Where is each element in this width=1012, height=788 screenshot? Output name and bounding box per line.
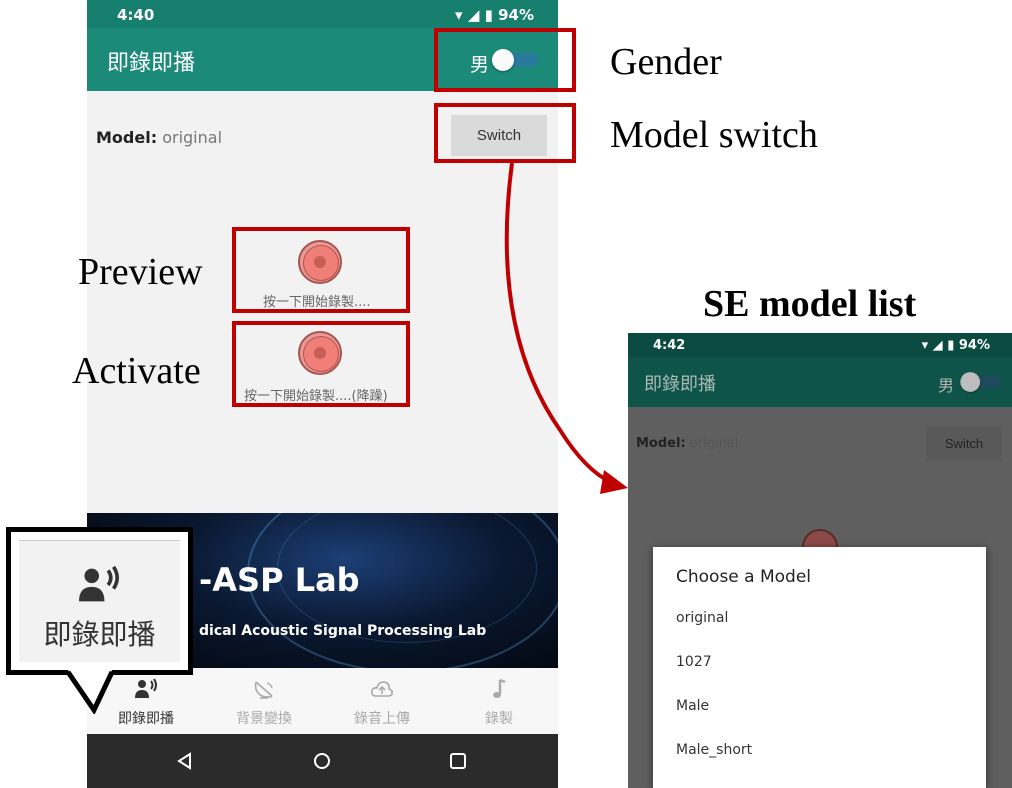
wifi-icon: ▾ <box>455 6 463 24</box>
nav-item-background-change[interactable]: 背景變換 <box>205 668 323 734</box>
model-label: Model: <box>636 436 686 451</box>
status-time: 4:42 <box>653 338 686 353</box>
battery-percent: 94% <box>958 338 990 353</box>
model-value: original <box>689 436 739 451</box>
app-title: 即錄即播 <box>644 374 716 395</box>
nav-item-record[interactable]: 錄製 <box>440 668 558 734</box>
model-option[interactable]: 1027 <box>676 654 712 670</box>
model-label: Model: <box>96 128 158 147</box>
se-model-list-annotation: SE model list <box>703 283 917 325</box>
status-icons: ▾ ◢ ▮ 94% <box>455 6 534 24</box>
banner-title: -ASP Lab <box>199 561 360 599</box>
gender-highlight-box <box>434 28 576 92</box>
model-indicator: Model: original <box>636 436 738 451</box>
activate-highlight-box <box>232 321 410 407</box>
switch-model-button[interactable]: Switch <box>926 426 1002 461</box>
signal-icon: ◢ <box>932 338 943 353</box>
model-indicator: Model: original <box>96 128 222 147</box>
choose-model-dialog: Choose a Model original 1027 Male Male_s… <box>653 547 986 788</box>
speaking-person-icon <box>135 678 157 698</box>
banner-subtitle: dical Acoustic Signal Processing Lab <box>199 623 487 639</box>
cloud-upload-icon <box>371 681 393 697</box>
model-option[interactable]: Male <box>676 698 709 714</box>
signal-icon: ◢ <box>467 6 480 24</box>
model-list-phone-screen: 4:42 ▾ ◢ ▮ 94% 即錄即播 男 Model: original Sw… <box>628 333 1012 788</box>
speaking-person-icon <box>79 565 119 602</box>
activate-annotation: Activate <box>72 350 201 392</box>
preview-highlight-box <box>232 227 410 313</box>
system-navigation-bar <box>87 734 558 788</box>
gender-label: 男 <box>938 376 955 395</box>
battery-icon: ▮ <box>484 6 493 24</box>
wifi-icon: ▾ <box>921 338 929 353</box>
status-bar: 4:42 ▾ ◢ ▮ 94% <box>628 333 1012 357</box>
nav-label: 錄製 <box>485 711 513 727</box>
gender-annotation: Gender <box>610 41 722 83</box>
model-switch-annotation: Model switch <box>610 114 818 156</box>
model-value: original <box>162 128 223 147</box>
callout-pointer <box>65 670 115 714</box>
app-bar: 即錄即播 男 <box>628 357 1012 407</box>
preview-annotation: Preview <box>78 251 203 293</box>
status-icons: ▾ ◢ ▮ 94% <box>922 338 990 353</box>
model-option[interactable]: Male_short <box>676 742 752 758</box>
home-icon[interactable] <box>312 751 332 771</box>
music-note-icon <box>493 678 506 698</box>
callout-label: 即錄即播 <box>43 618 156 651</box>
battery-percent: 94% <box>498 6 534 24</box>
model-switch-highlight-box <box>434 103 576 163</box>
nav-callout: 即錄即播 <box>6 527 193 675</box>
status-time: 4:40 <box>117 6 155 24</box>
status-bar: 4:40 ▾ ◢ ▮ 94% <box>87 0 558 28</box>
bottom-navigation: 即錄即播 背景變換 錄音上傳 錄製 <box>87 668 558 734</box>
battery-icon: ▮ <box>947 338 955 353</box>
gender-toggle[interactable] <box>960 372 1002 392</box>
dialog-title: Choose a Model <box>676 567 812 587</box>
nav-label: 錄音上傳 <box>354 711 410 727</box>
back-icon[interactable] <box>175 751 195 771</box>
satellite-dish-icon <box>254 681 273 699</box>
toggle-thumb <box>960 372 981 392</box>
nav-label: 背景變換 <box>236 711 292 727</box>
callout-inner: 即錄即播 <box>19 540 180 662</box>
model-option[interactable]: original <box>676 610 728 626</box>
recents-icon[interactable] <box>448 751 468 771</box>
app-title: 即錄即播 <box>107 51 196 76</box>
nav-item-upload[interactable]: 錄音上傳 <box>323 668 441 734</box>
